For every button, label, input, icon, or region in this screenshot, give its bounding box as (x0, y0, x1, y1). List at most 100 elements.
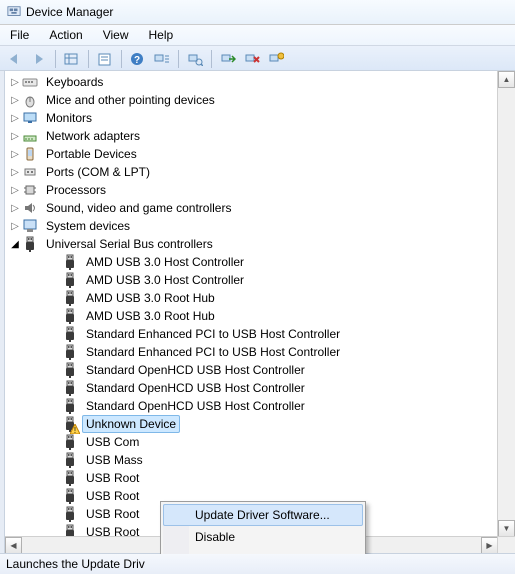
menu-file[interactable]: File (6, 26, 39, 44)
tree-category-monitors[interactable]: ▷ Monitors (5, 109, 498, 127)
tree-device-item[interactable]: AMD USB 3.0 Host Controller (5, 253, 498, 271)
keyboard-icon (22, 74, 38, 90)
toolbar-help-button[interactable]: ? (127, 48, 149, 70)
toolbar-properties-button[interactable] (94, 48, 116, 70)
tree-device-item[interactable]: !Unknown Device (5, 415, 498, 433)
chevron-down-icon[interactable]: ◢ (9, 238, 21, 250)
tree-category-mice[interactable]: ▷ Mice and other pointing devices (5, 91, 498, 109)
portable-icon (22, 146, 38, 162)
tree-device-label: USB Root (82, 523, 143, 537)
usb-device-icon (62, 362, 78, 378)
tree-device-item[interactable]: USB Mass (5, 451, 498, 469)
usb-device-icon (62, 380, 78, 396)
tree-device-label: USB Root (82, 505, 143, 523)
tree-device-item[interactable]: Standard Enhanced PCI to USB Host Contro… (5, 343, 498, 361)
tree-category-portable[interactable]: ▷Portable Devices (5, 145, 498, 163)
tree-category-processors[interactable]: ▷Processors (5, 181, 498, 199)
scan-icon (187, 52, 203, 66)
tree-device-label: USB Mass (82, 451, 147, 469)
titlebar: Device Manager (0, 0, 515, 25)
usb-icon (22, 236, 38, 252)
tree-device-label: AMD USB 3.0 Host Controller (82, 253, 248, 271)
toolbar-back-button[interactable] (4, 48, 26, 70)
chevron-right-icon[interactable]: ▷ (9, 148, 21, 160)
vertical-scrollbar[interactable]: ▲ ▼ (497, 71, 515, 537)
toolbar-details-button[interactable] (151, 48, 173, 70)
toolbar-update-button[interactable] (217, 48, 239, 70)
context-menu-label: Disable (195, 530, 235, 544)
tree-category-network[interactable]: ▷Network adapters (5, 127, 498, 145)
context-menu-label: Uninstall (195, 552, 241, 554)
tree-device-item[interactable]: AMD USB 3.0 Root Hub (5, 289, 498, 307)
chevron-right-icon[interactable]: ▷ (9, 112, 21, 124)
usb-device-icon (62, 398, 78, 414)
tree-category-label: Monitors (42, 109, 96, 127)
tree-device-label: AMD USB 3.0 Root Hub (82, 289, 219, 307)
scroll-left-icon[interactable]: ◀ (5, 537, 22, 554)
chevron-right-icon[interactable]: ▷ (9, 166, 21, 178)
tree-category-sound[interactable]: ▷Sound, video and game controllers (5, 199, 498, 217)
chevron-right-icon[interactable]: ▷ (9, 130, 21, 142)
usb-device-icon (62, 272, 78, 288)
usb-device-icon (62, 434, 78, 450)
menu-view[interactable]: View (93, 26, 139, 44)
system-device-icon (22, 218, 38, 234)
tree-device-label: USB Root (82, 469, 143, 487)
tree-device-label: Unknown Device (82, 415, 180, 433)
tree-device-label: Standard OpenHCD USB Host Controller (82, 397, 309, 415)
context-update-driver[interactable]: Update Driver Software... (163, 504, 363, 526)
device-tree: ▷Keyboards▷Mice and other pointing devic… (4, 71, 515, 554)
tree-device-label: AMD USB 3.0 Root Hub (82, 307, 219, 325)
toolbar-views-button[interactable] (61, 48, 83, 70)
properties-icon (97, 52, 113, 66)
tree-category-usb[interactable]: ◢Universal Serial Bus controllers (5, 235, 498, 253)
tree-device-item[interactable]: Standard Enhanced PCI to USB Host Contro… (5, 325, 498, 343)
toolbar-forward-button[interactable] (28, 48, 50, 70)
chevron-right-icon[interactable]: ▷ (9, 76, 21, 88)
context-uninstall[interactable]: Uninstall (163, 548, 363, 554)
scroll-corner (497, 536, 515, 554)
chevron-right-icon[interactable]: ▷ (9, 184, 21, 196)
tree-device-item[interactable]: USB Root (5, 469, 498, 487)
tree-device-item[interactable]: Standard OpenHCD USB Host Controller (5, 361, 498, 379)
scroll-down-icon[interactable]: ▼ (498, 520, 515, 537)
tree-category-label: Ports (COM & LPT) (42, 163, 154, 181)
context-disable[interactable]: Disable (163, 526, 363, 548)
tree-device-label: Standard OpenHCD USB Host Controller (82, 361, 309, 379)
statusbar: Launches the Update Driv (0, 553, 515, 574)
context-menu-label: Update Driver Software... (195, 508, 330, 522)
scroll-up-icon[interactable]: ▲ (498, 71, 515, 88)
tree-category-sysdev[interactable]: ▷System devices (5, 217, 498, 235)
tree-device-label: USB Com (82, 433, 143, 451)
chevron-right-icon[interactable]: ▷ (9, 220, 21, 232)
usb-device-icon (62, 452, 78, 468)
chevron-right-icon[interactable]: ▷ (9, 94, 21, 106)
tree-device-item[interactable]: AMD USB 3.0 Root Hub (5, 307, 498, 325)
update-driver-icon (220, 52, 236, 66)
menu-action[interactable]: Action (39, 26, 92, 44)
tree-device-item[interactable]: Standard OpenHCD USB Host Controller (5, 397, 498, 415)
network-icon (22, 128, 38, 144)
toolbar-separator (55, 50, 56, 68)
tree-category-keyboards[interactable]: ▷Keyboards (5, 73, 498, 91)
toolbar-showhidden-button[interactable] (265, 48, 287, 70)
scroll-right-icon[interactable]: ▶ (481, 537, 498, 554)
tree-device-item[interactable]: Standard OpenHCD USB Host Controller (5, 379, 498, 397)
toolbar-scan-button[interactable] (184, 48, 206, 70)
processor-icon (22, 182, 38, 198)
tree-device-item[interactable]: AMD USB 3.0 Host Controller (5, 271, 498, 289)
help-icon: ? (130, 52, 146, 66)
usb-device-icon (62, 290, 78, 306)
usb-device-icon (62, 326, 78, 342)
tree-category-ports[interactable]: ▷ Ports (COM & LPT) (5, 163, 498, 181)
usb-device-icon (62, 506, 78, 522)
tree-category-label: Mice and other pointing devices (42, 91, 219, 109)
context-menu: Update Driver Software... Disable Uninst… (160, 501, 366, 554)
usb-device-icon (62, 344, 78, 360)
window-title: Device Manager (26, 5, 113, 19)
tree-device-item[interactable]: USB Com (5, 433, 498, 451)
toolbar-uninstall-button[interactable] (241, 48, 263, 70)
chevron-right-icon[interactable]: ▷ (9, 202, 21, 214)
usb-device-icon (62, 254, 78, 270)
menu-help[interactable]: Help (139, 26, 184, 44)
